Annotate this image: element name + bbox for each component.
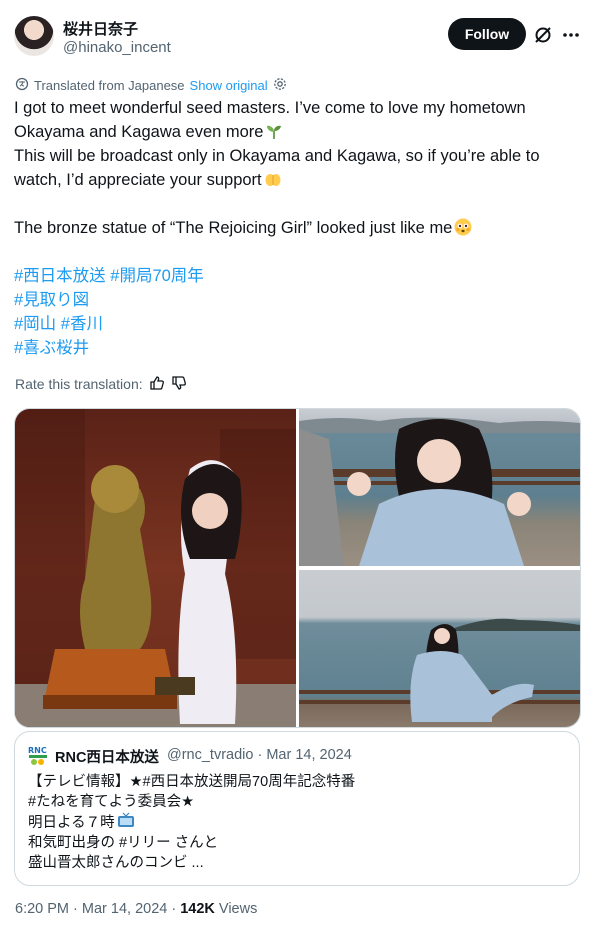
more-options-icon[interactable] (561, 25, 581, 45)
post-line: I got to meet wonderful seed masters. I’… (14, 99, 526, 117)
grok-icon[interactable] (533, 25, 553, 45)
rnc-logo-icon: RNC (28, 744, 48, 766)
tv-emoji-icon (117, 812, 135, 830)
hashtag-link[interactable]: #開局70周年 (110, 267, 204, 285)
bronze-statue-photo[interactable] (15, 409, 296, 727)
waving-by-sea-photo[interactable] (299, 409, 580, 566)
translation-label: Translated from Japanese (34, 77, 185, 93)
author-handle[interactable]: @hinako_incent (63, 39, 171, 56)
quoted-post-text: 【テレビ情報】★#西日本放送開局70周年記念特番 #たねを育てよう委員会★ 明日… (28, 772, 355, 873)
author-avatar[interactable] (14, 16, 54, 56)
post-line: watch, I’d appreciate your support (14, 168, 574, 192)
quoted-author-handle-date: @rnc_tvradio · Mar 14, 2024 (167, 747, 352, 763)
rate-translation-row: Rate this translation: (15, 374, 187, 394)
views-label: Views (214, 901, 258, 917)
hashtag-link[interactable]: #西日本放送 (14, 267, 106, 285)
palms-up-emoji-icon (264, 170, 282, 188)
translate-icon (15, 77, 29, 94)
quoted-line: #たねを育てよう委員会★ (28, 794, 195, 810)
quoted-line: 【テレビ情報】★#西日本放送開局70周年記念特番 (28, 774, 356, 790)
thumbs-down-icon[interactable] (171, 375, 187, 394)
post-text: I got to meet wonderful seed masters. I’… (14, 96, 574, 360)
quoted-line: 明日よる７時 (28, 812, 355, 833)
translation-row: Translated from Japanese Show original (15, 76, 287, 94)
flushed-face-emoji-icon (454, 218, 472, 236)
hashtag-link[interactable]: #見取り図 (14, 291, 89, 309)
svg-text:RNC: RNC (28, 746, 47, 755)
quoted-post-card[interactable]: RNC RNC西日本放送 @rnc_tvradio · Mar 14, 2024… (14, 731, 580, 886)
thumbs-up-icon[interactable] (149, 375, 165, 394)
quoted-author-name: RNC西日本放送 (55, 750, 159, 766)
quoted-line: 和気町出身の #リリー さんと (28, 835, 219, 851)
media-grid (14, 408, 581, 728)
post-metadata: 6:20 PM · Mar 14, 2024 · 142K Views (15, 901, 257, 917)
seaside-pose-photo[interactable] (299, 570, 580, 727)
rate-translation-label: Rate this translation: (15, 376, 143, 392)
post-line: The bronze statue of “The Rejoicing Girl… (14, 216, 574, 240)
follow-button[interactable]: Follow (448, 18, 526, 50)
hashtag-link[interactable]: #香川 (61, 315, 103, 333)
views-count: 142K (180, 901, 215, 917)
post-line: Okayama and Kagawa even more (14, 120, 574, 144)
post-line: This will be broadcast only in Okayama a… (14, 147, 540, 165)
settings-gear-icon[interactable] (273, 77, 287, 94)
show-original-link[interactable]: Show original (190, 78, 268, 93)
hashtag-link[interactable]: #喜ぶ桜井 (14, 339, 89, 357)
post-timestamp[interactable]: 6:20 PM · Mar 14, 2024 · (15, 901, 180, 917)
author-display-name[interactable]: 桜井日奈子 (63, 18, 138, 39)
hashtag-link[interactable]: #岡山 (14, 315, 56, 333)
seedling-emoji-icon (265, 122, 283, 140)
quoted-line: 盛山晋太郎さんのコンビ ... (28, 855, 204, 871)
